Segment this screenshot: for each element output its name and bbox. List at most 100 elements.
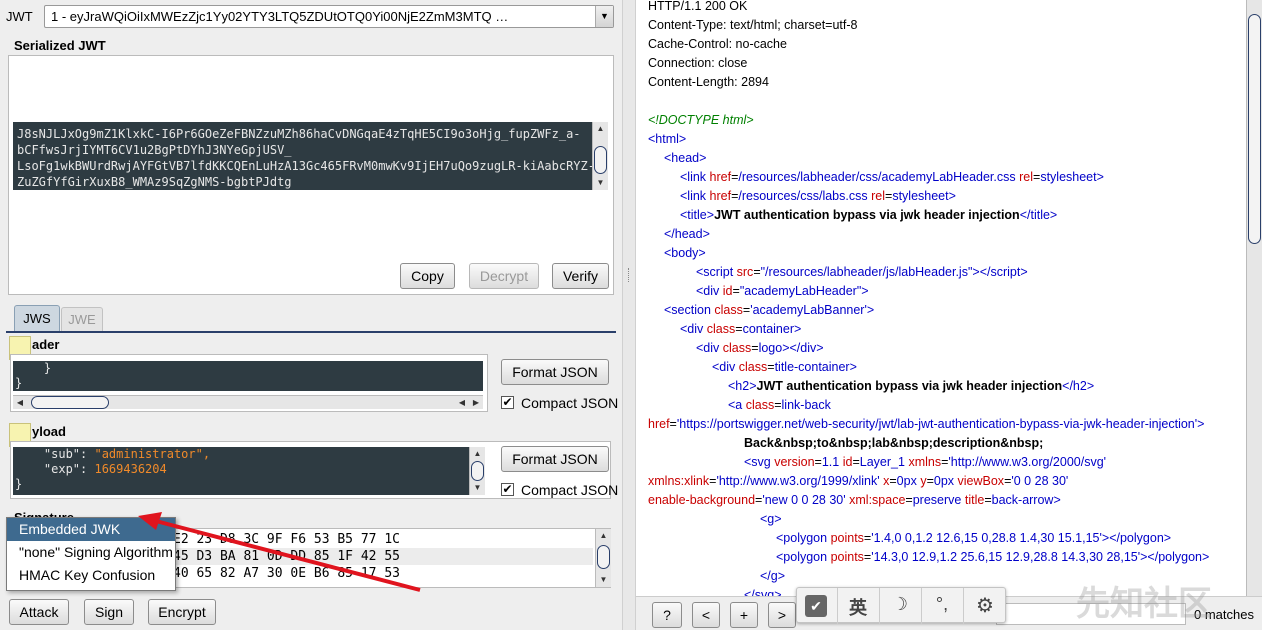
menu-item-embedded-jwk[interactable]: Embedded JWK — [7, 518, 175, 541]
gear-icon[interactable]: ⚙ — [973, 593, 997, 617]
compact-json-checkbox[interactable]: ✔ — [501, 396, 514, 409]
scroll-right-icon[interactable]: ▶ — [469, 396, 483, 409]
scroll-down-icon[interactable]: ▼ — [596, 573, 611, 587]
signature-scrollbar[interactable]: ▲ ▼ — [595, 529, 611, 587]
json-key: "sub" — [43, 447, 81, 461]
scroll-up-icon[interactable]: ▲ — [470, 447, 485, 461]
payload-section-title: yload — [32, 424, 66, 439]
header-hscrollbar[interactable]: ◀ ◀ ▶ — [13, 395, 483, 409]
compact-json-label: Compact JSON — [521, 482, 619, 498]
compact-json-checkbox[interactable]: ✔ — [501, 483, 514, 496]
jwt-line: LsoFg1wkBWUrdRwjAYFGtVB7lfdKKCQEnLuHzA13… — [17, 159, 593, 173]
decrypt-button[interactable]: Decrypt — [469, 263, 539, 289]
code-line: </g> — [760, 569, 786, 583]
add-button[interactable]: + — [730, 602, 758, 628]
jwt-line: ZuZGfYfGirXuxB8_WMAz9SqZgNMS-bgbtPJdtg — [17, 175, 292, 189]
code-line: href='https://portswigger.net/web-securi… — [648, 417, 1205, 431]
back-href: https://portswigger.net/web-security/jwt… — [679, 417, 1195, 431]
toolbar-separator — [879, 588, 880, 624]
back-text: Back&nbsp;to&nbsp;lab&nbsp;description&n… — [744, 436, 1044, 450]
code-line: </head> — [664, 227, 710, 241]
tab-jwe[interactable]: JWE — [61, 307, 103, 331]
scroll-thumb[interactable] — [31, 396, 109, 409]
code-line: <div class=container> — [680, 322, 802, 336]
header-json-line: } — [15, 376, 23, 390]
response-header: Cache-Control: no-cache — [648, 37, 787, 51]
scroll-thumb[interactable] — [1248, 14, 1261, 244]
format-json-button[interactable]: Format JSON — [501, 359, 609, 385]
punctuation-icon[interactable]: °, — [931, 594, 953, 616]
watermark-text: 先知社区 — [1076, 585, 1212, 623]
response-panel: HTTP/1.1 200 OK Content-Type: text/html;… — [636, 0, 1262, 630]
scroll-down-icon[interactable]: ▼ — [593, 176, 608, 190]
code-line: <div id="academyLabHeader"> — [696, 284, 869, 298]
code-line: <script src="/resources/labheader/js/lab… — [696, 265, 1028, 279]
code-line: <g> — [760, 512, 782, 526]
response-status: HTTP/1.1 200 OK — [648, 0, 748, 13]
json-value: "administrator", — [94, 447, 211, 461]
code-line: <svg version=1.1 id=Layer_1 xmlns='http:… — [744, 455, 1107, 469]
scroll-thumb[interactable] — [594, 146, 607, 174]
scroll-thumb[interactable] — [471, 461, 484, 481]
code-line: Back&nbsp;to&nbsp;lab&nbsp;description&n… — [744, 436, 1043, 450]
response-header: Connection: close — [648, 56, 748, 70]
payload-scrollbar[interactable]: ▲ ▼ — [469, 447, 485, 495]
serialized-jwt-title: Serialized JWT — [14, 38, 106, 53]
tab-jws-label: JWS — [23, 311, 51, 326]
h2-text: JWT authentication bypass via jwk header… — [756, 379, 1063, 393]
copy-button[interactable]: Copy — [400, 263, 455, 289]
jwt-label: JWT — [6, 9, 33, 24]
code-line: <polygon points='14.3,0 12.9,1.2 25.6,15… — [776, 550, 1210, 564]
code-line: <h2>JWT authentication bypass via jwk he… — [728, 379, 1095, 393]
code-line: <a class=link-back — [728, 398, 831, 412]
code-line: <polygon points='1.4,0 0,1.2 12.6,15 0,2… — [776, 531, 1172, 545]
format-json-button[interactable]: Format JSON — [501, 446, 609, 472]
serialized-scrollbar[interactable]: ▲ ▼ — [592, 122, 608, 190]
response-scrollbar[interactable] — [1246, 0, 1262, 596]
sign-button[interactable]: Sign — [84, 599, 134, 625]
verify-button[interactable]: Verify — [552, 263, 609, 289]
ime-logo-icon[interactable]: ✔ — [805, 595, 827, 617]
chevron-down-icon[interactable]: ▼ — [595, 6, 613, 27]
help-button[interactable]: ? — [652, 602, 682, 628]
serialized-jwt-text[interactable]: J8sNJLJxOg9mZ1KlxkC-I6Pr6GOeZeFBNZzuMZh8… — [13, 122, 593, 190]
scroll-left-icon[interactable]: ◀ — [13, 396, 27, 409]
attack-menu: Embedded JWK "none" Signing Algorithm HM… — [6, 517, 176, 591]
menu-item-none-signing[interactable]: "none" Signing Algorithm — [7, 541, 175, 564]
code-line: xmlns:xlink='http://www.w3.org/1999/xlin… — [648, 474, 1069, 488]
page-title-text: JWT authentication bypass via jwk header… — [714, 208, 1020, 222]
jwt-line: bCFfwsJrjIYMT6CV1u2BgPtDYhJ3NYeGpjUSV_ — [17, 143, 292, 157]
tab-jws[interactable]: JWS — [14, 305, 60, 331]
next-button[interactable]: > — [768, 602, 796, 628]
ime-language-toggle[interactable]: 英 — [847, 594, 869, 618]
scroll-left-icon[interactable]: ◀ — [455, 396, 469, 409]
code-line: <head> — [664, 151, 707, 165]
jwt-select[interactable]: 1 - eyJraWQiOiIxMWEzZjc1Yy02YTY3LTQ5ZDUt… — [44, 5, 614, 28]
code-line: <link href=/resources/css/labs.css rel=s… — [680, 189, 956, 203]
response-header: Content-Length: 2894 — [648, 75, 769, 89]
header-json-box: } } ◀ ◀ ▶ — [10, 354, 488, 412]
header-json-editor[interactable]: } } — [13, 361, 483, 391]
jwt-line: J8sNJLJxOg9mZ1KlxkC-I6Pr6GOeZeFBNZzuMZh8… — [17, 127, 581, 141]
payload-json-editor[interactable]: "sub": "administrator", "exp": 166943620… — [13, 447, 471, 495]
toolbar-separator — [921, 588, 922, 624]
encrypt-button[interactable]: Encrypt — [148, 599, 216, 625]
prev-button[interactable]: < — [692, 602, 720, 628]
ime-toolbar: ✔ 英 ☽ °, ⚙ — [796, 587, 1006, 624]
jwt-select-value: 1 - eyJraWQiOiIxMWEzZjc1Yy02YTY3LTQ5ZDUt… — [51, 9, 509, 24]
header-section-title: ader — [32, 337, 60, 352]
scroll-thumb[interactable] — [597, 545, 610, 569]
scroll-down-icon[interactable]: ▼ — [470, 481, 485, 495]
code-line: <section class='academyLabBanner'> — [664, 303, 875, 317]
code-line: <div class=title-container> — [712, 360, 857, 374]
scroll-up-icon[interactable]: ▲ — [596, 529, 611, 543]
attack-button[interactable]: Attack — [9, 599, 69, 625]
payload-line-exp: "exp": 1669436204 — [43, 462, 167, 476]
code-line: <title>JWT authentication bypass via jwk… — [680, 208, 1058, 222]
menu-item-hmac-key-confusion[interactable]: HMAC Key Confusion — [7, 564, 175, 587]
split-divider[interactable] — [622, 0, 636, 630]
scroll-up-icon[interactable]: ▲ — [593, 122, 608, 136]
payload-line-sub: "sub": "administrator", — [43, 447, 211, 461]
moon-icon[interactable]: ☽ — [889, 594, 911, 616]
serialized-jwt-area: J8sNJLJxOg9mZ1KlxkC-I6Pr6GOeZeFBNZzuMZh8… — [8, 55, 614, 295]
